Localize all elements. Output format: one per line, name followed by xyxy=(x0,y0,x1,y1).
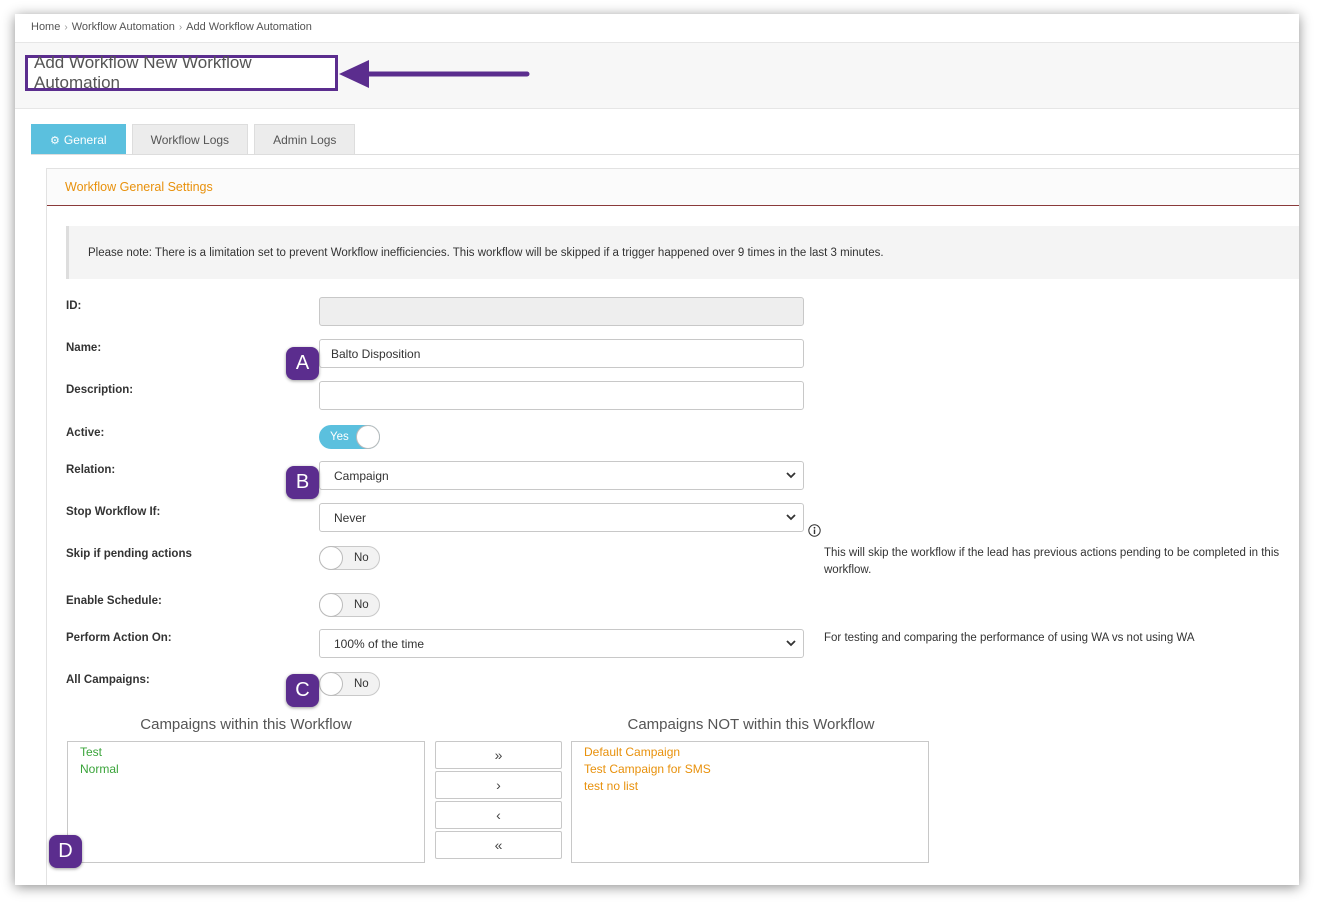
name-field[interactable]: Balto Disposition xyxy=(319,339,804,368)
name-label: Name: xyxy=(66,342,102,354)
toggle-knob xyxy=(319,546,343,570)
all-campaigns-label: All Campaigns: xyxy=(66,674,150,686)
list-item[interactable]: Normal xyxy=(80,761,412,778)
tab-general[interactable]: ⚙ General xyxy=(31,124,126,155)
annotation-badge-c: C xyxy=(286,674,319,707)
annotation-arrow-icon xyxy=(339,60,530,88)
id-field xyxy=(319,297,804,326)
stop-workflow-label: Stop Workflow If: xyxy=(66,506,161,518)
description-label: Description: xyxy=(66,384,134,396)
list-item[interactable]: Default Campaign xyxy=(584,744,916,761)
skip-pending-help: This will skip the workflow if the lead … xyxy=(824,547,1280,576)
active-toggle-state: Yes xyxy=(330,431,349,443)
tab-admin-logs-label: Admin Logs xyxy=(273,133,337,147)
enable-schedule-label: Enable Schedule: xyxy=(66,595,162,607)
move-left-button[interactable]: ‹ xyxy=(435,801,562,829)
general-settings-panel: Workflow General Settings Please note: T… xyxy=(46,168,1299,885)
breadcrumb-separator: › xyxy=(64,22,68,33)
tab-admin-logs[interactable]: Admin Logs xyxy=(254,124,356,155)
enable-schedule-toggle-state: No xyxy=(354,599,369,611)
chevron-down-icon xyxy=(786,514,796,521)
campaigns-not-within-title: Campaigns NOT within this Workflow xyxy=(627,716,875,733)
campaigns-within-title: Campaigns within this Workflow xyxy=(140,716,352,733)
all-campaigns-toggle[interactable]: No xyxy=(319,672,380,696)
skip-pending-toggle[interactable]: No xyxy=(319,546,380,570)
relation-label: Relation: xyxy=(66,464,116,476)
move-all-left-button[interactable]: « xyxy=(435,831,562,859)
tab-workflow-logs-label: Workflow Logs xyxy=(150,133,230,147)
campaigns-within-list[interactable]: Test Normal xyxy=(67,741,425,863)
tab-divider xyxy=(31,154,1299,155)
limitation-note: Please note: There is a limitation set t… xyxy=(66,226,1299,279)
annotation-badge-a: A xyxy=(286,347,319,380)
perform-action-label: Perform Action On: xyxy=(66,632,172,644)
annotation-badge-d: D xyxy=(49,835,82,868)
page-title: Add Workflow New Workflow Automation xyxy=(34,53,252,92)
app-window: Home › Workflow Automation › Add Workflow Au… xyxy=(15,14,1299,885)
annotation-badge-b: B xyxy=(286,466,319,499)
list-item[interactable]: Test xyxy=(80,744,412,761)
breadcrumb: Home › Workflow Automation › Add Workflow Au… xyxy=(31,21,312,33)
gears-icon: ⚙ xyxy=(50,134,60,147)
breadcrumb-current: Add Workflow Automation xyxy=(186,21,312,33)
relation-select[interactable]: Campaign xyxy=(319,461,804,490)
campaigns-not-within-list[interactable]: Default Campaign Test Campaign for SMS t… xyxy=(571,741,929,863)
tab-general-label: General xyxy=(63,133,107,147)
toggle-knob xyxy=(319,593,343,617)
page-title-highlight: Add Workflow New Workflow Automation xyxy=(25,53,338,92)
description-field[interactable] xyxy=(319,381,804,410)
active-toggle[interactable]: Yes xyxy=(319,425,380,449)
skip-pending-label: Skip if pending actions xyxy=(66,548,192,560)
id-label: ID: xyxy=(66,300,82,312)
panel-title: Workflow General Settings xyxy=(47,169,1299,206)
toggle-knob xyxy=(356,425,380,449)
breadcrumb-workflow-automation[interactable]: Workflow Automation xyxy=(72,21,175,33)
stop-workflow-select[interactable]: Never xyxy=(319,503,804,532)
perform-action-select-value: 100% of the time xyxy=(334,636,425,651)
all-campaigns-toggle-state: No xyxy=(354,678,369,690)
list-item[interactable]: Test Campaign for SMS xyxy=(584,761,916,778)
move-all-right-button[interactable]: » xyxy=(435,741,562,769)
stop-workflow-select-value: Never xyxy=(334,510,367,525)
enable-schedule-toggle[interactable]: No xyxy=(319,593,380,617)
active-label: Active: xyxy=(66,427,105,439)
info-icon[interactable] xyxy=(808,524,821,537)
move-right-button[interactable]: › xyxy=(435,771,562,799)
chevron-down-icon xyxy=(786,640,796,647)
tab-bar: ⚙ General Workflow Logs Admin Logs xyxy=(31,124,361,155)
perform-action-select[interactable]: 100% of the time xyxy=(319,629,804,658)
toggle-knob xyxy=(319,672,343,696)
chevron-down-icon xyxy=(786,472,796,479)
breadcrumb-separator: › xyxy=(178,22,183,33)
list-item[interactable]: test no list xyxy=(584,778,916,795)
skip-pending-toggle-state: No xyxy=(354,552,369,564)
relation-select-value: Campaign xyxy=(334,468,389,483)
breadcrumb-home[interactable]: Home xyxy=(31,21,60,33)
perform-action-help: For testing and comparing the performanc… xyxy=(824,632,1195,644)
limitation-note-text: Please note: There is a limitation set t… xyxy=(88,246,884,259)
tab-workflow-logs[interactable]: Workflow Logs xyxy=(131,124,249,155)
